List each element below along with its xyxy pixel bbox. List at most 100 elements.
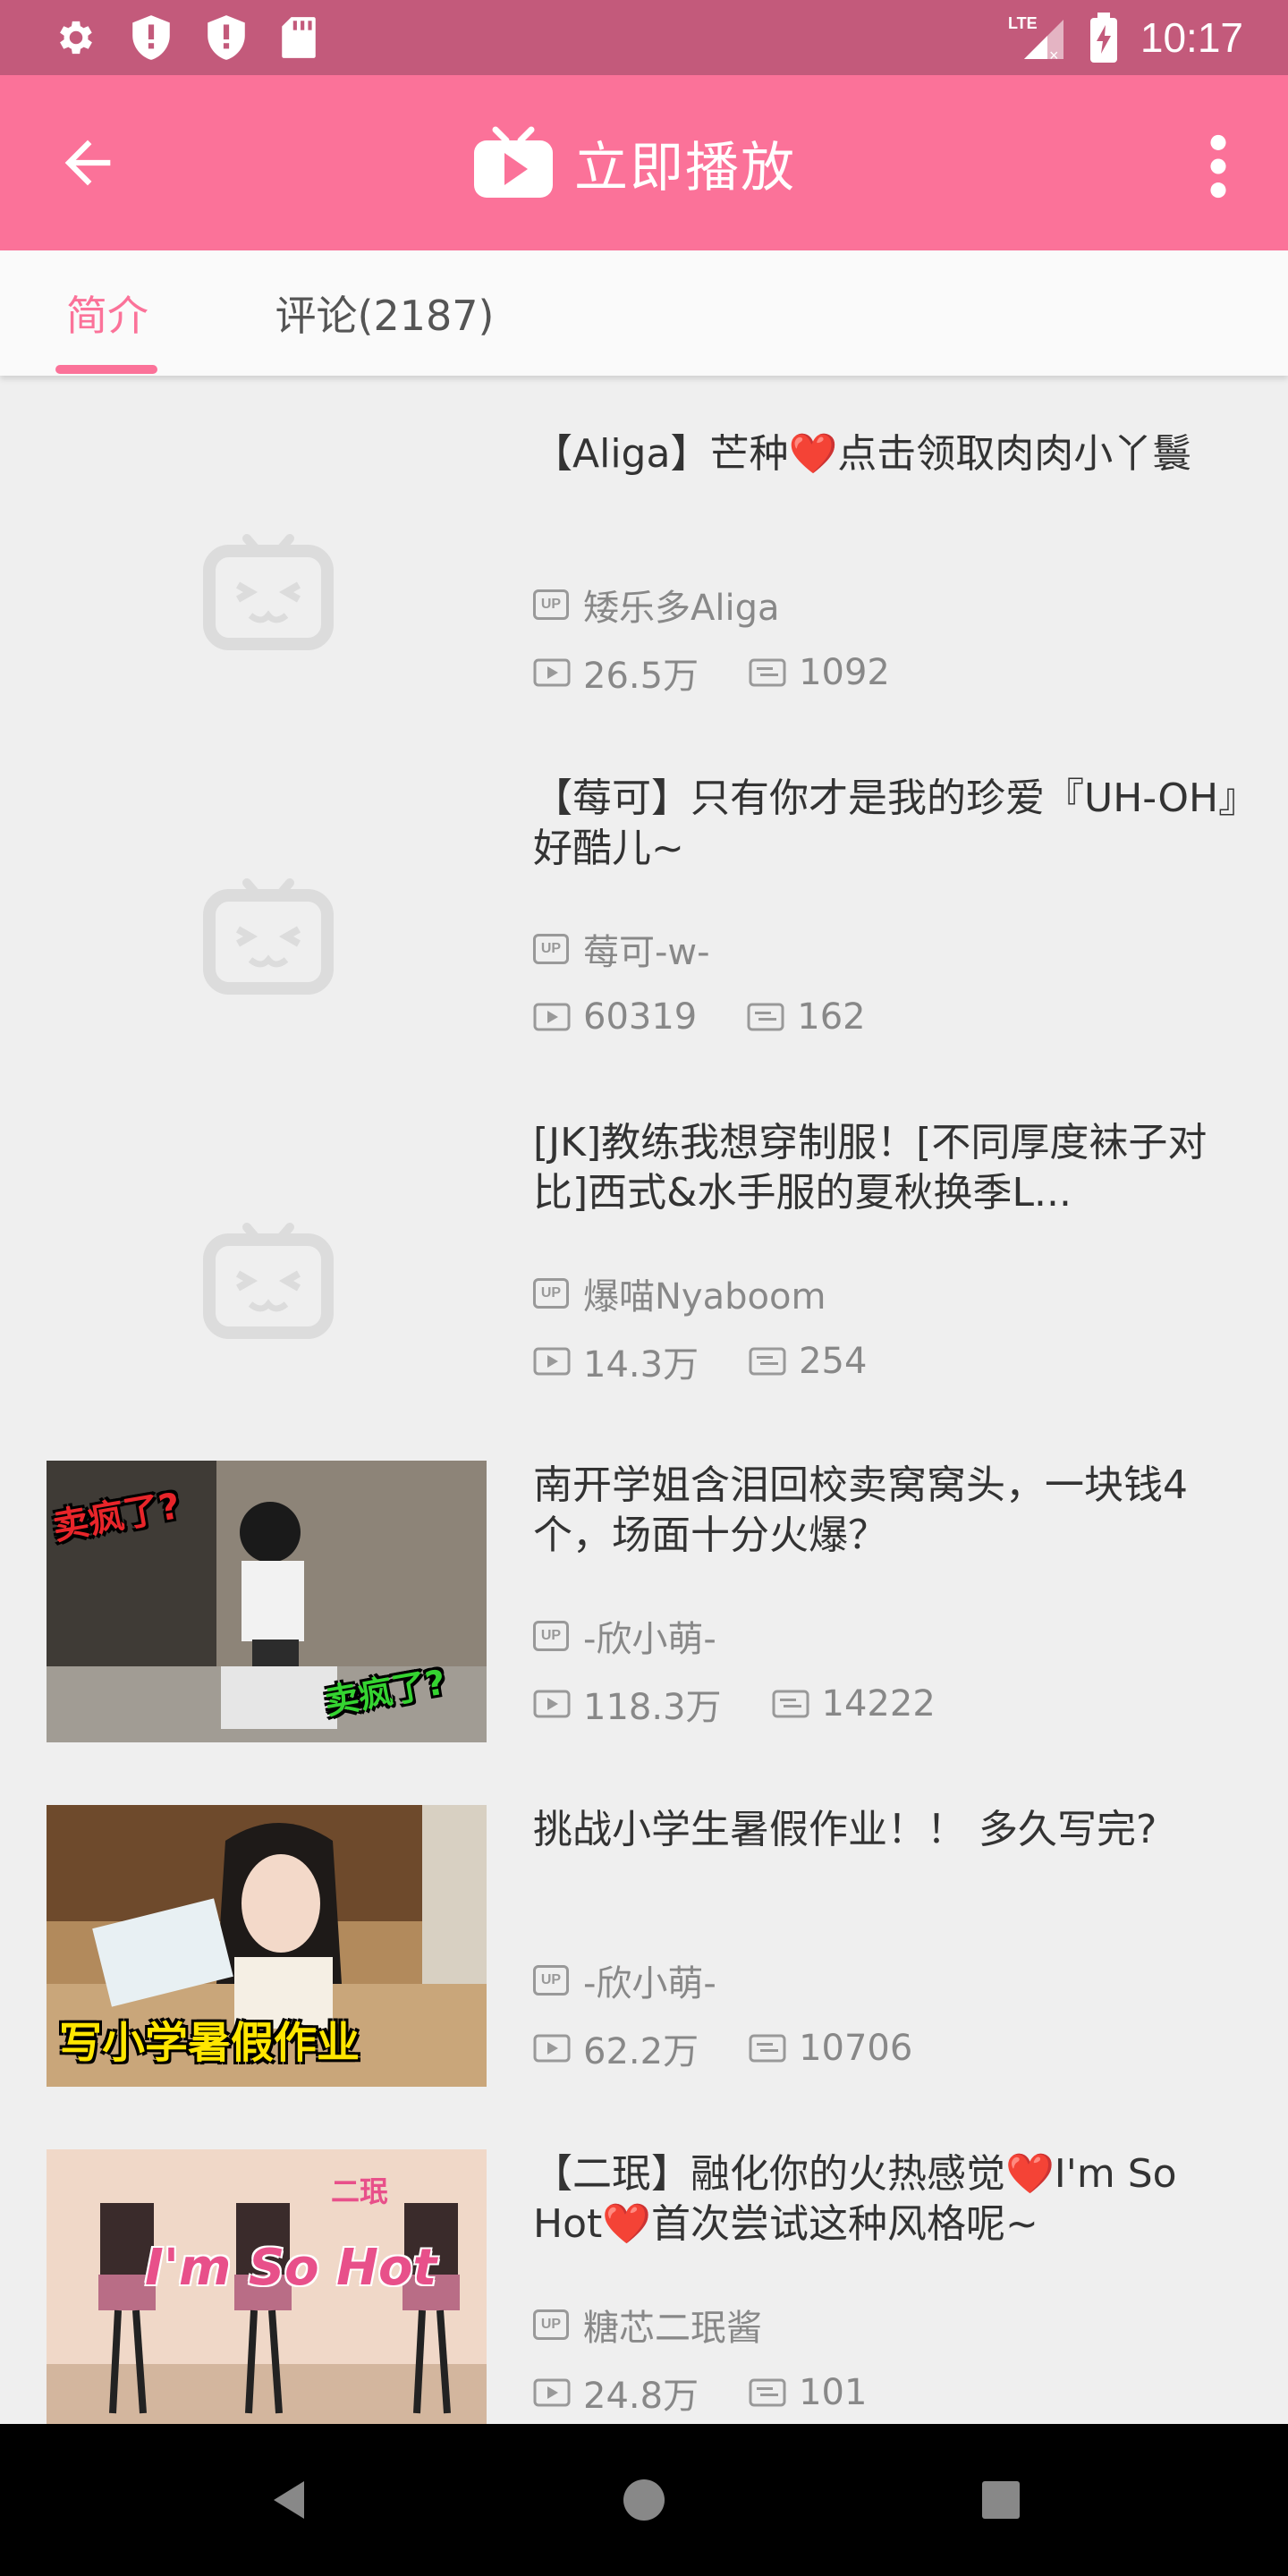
uploader-name[interactable]: 矮乐多Aliga <box>583 579 780 631</box>
video-info: 【莓可】只有你才是我的珍爱『UH-OH』好酷儿~ UP 莓可-w- 60319 … <box>533 774 1249 1118</box>
play-count-icon <box>533 1347 571 1376</box>
up-badge-icon: UP <box>533 2309 569 2340</box>
svg-text:LTE: LTE <box>1008 14 1038 32</box>
uploader-row: UP -欣小萌- <box>533 1611 716 1661</box>
play-count-icon <box>533 658 571 687</box>
video-title[interactable]: 【莓可】只有你才是我的珍爱『UH-OH』好酷儿~ <box>533 774 1249 874</box>
video-item[interactable]: 【莓可】只有你才是我的珍爱『UH-OH』好酷儿~ UP 莓可-w- 60319 … <box>0 774 1288 1118</box>
play-count-icon <box>533 1003 571 1031</box>
video-item[interactable]: I'm So Hot 二珉 【二珉】融化你的火热感觉❤️I'm So Hot❤️… <box>0 2149 1288 2424</box>
up-badge-icon: UP <box>533 589 569 620</box>
svg-text:×: × <box>1049 47 1059 63</box>
video-info: 南开学姐含泪回校卖窝窝头，一块钱4个，场面十分火爆？ UP -欣小萌- 118.… <box>533 1461 1249 1805</box>
tab-intro[interactable]: 简介 <box>36 250 179 376</box>
danmaku-count: 14222 <box>772 1683 936 1724</box>
play-count: 26.5万 <box>533 647 699 699</box>
page-title: 立即播放 <box>574 136 796 199</box>
stats-row: 24.8万 101 <box>533 2368 917 2418</box>
video-title[interactable]: 南开学姐含泪回校卖窝窝头，一块钱4个，场面十分火爆？ <box>533 1461 1249 1561</box>
tv-placeholder-icon <box>203 534 334 650</box>
play-count-icon <box>533 2034 571 2063</box>
uploader-row: UP 爆喵Nyaboom <box>533 1268 826 1318</box>
play-count: 14.3万 <box>533 1335 699 1387</box>
arrow-back-icon[interactable] <box>54 129 122 197</box>
system-status: LTE × 10:17 <box>1008 13 1243 63</box>
danmaku-icon <box>747 1003 784 1031</box>
app-bar: 立即播放 <box>0 75 1288 250</box>
danmaku-count: 162 <box>747 996 866 1038</box>
video-title[interactable]: 【Aliga】芒种❤️点击领取肉肉小丫鬟 <box>533 429 1249 530</box>
more-vert-icon[interactable] <box>1199 132 1238 200</box>
recents-square-icon[interactable] <box>970 2469 1032 2531</box>
danmaku-icon <box>749 1347 786 1376</box>
play-count-value: 62.2万 <box>583 2031 699 2072</box>
shield-alert-icon <box>208 15 245 60</box>
up-badge-icon: UP <box>533 1278 569 1309</box>
video-title[interactable]: [JK]教练我想穿制服！[不同厚度袜子对比]西式&水手服的夏秋换季L... <box>533 1118 1249 1218</box>
uploader-row: UP 莓可-w- <box>533 924 710 974</box>
danmaku-count-value: 162 <box>797 996 866 1038</box>
video-item[interactable]: [JK]教练我想穿制服！[不同厚度袜子对比]西式&水手服的夏秋换季L... UP… <box>0 1118 1288 1462</box>
thumbnail-caption: 二珉 <box>331 2174 389 2208</box>
danmaku-count-value: 14222 <box>821 1683 936 1724</box>
video-thumbnail-placeholder[interactable] <box>47 429 487 711</box>
tab-active-indicator <box>55 365 157 374</box>
video-thumbnail[interactable]: 写小学暑假作业 <box>47 1805 487 2087</box>
danmaku-count: 10706 <box>749 2028 912 2069</box>
video-item[interactable]: 写小学暑假作业 挑战小学生暑假作业！！ 多久写完? UP -欣小萌- 62.2万… <box>0 1805 1288 2149</box>
shield-alert-icon <box>132 15 170 60</box>
sd-card-icon <box>282 17 316 58</box>
uploader-row: UP -欣小萌- <box>533 1955 716 2005</box>
video-item[interactable]: 卖疯了? 卖疯了? 南开学姐含泪回校卖窝窝头，一块钱4个，场面十分火爆？ UP … <box>0 1461 1288 1805</box>
home-circle-icon[interactable] <box>613 2469 675 2531</box>
danmaku-count: 254 <box>749 1341 867 1382</box>
lte-signal-icon: LTE × <box>1008 14 1063 63</box>
video-title[interactable]: 挑战小学生暑假作业！！ 多久写完? <box>533 1805 1249 1905</box>
play-count-icon <box>533 1690 571 1718</box>
play-count: 60319 <box>533 996 697 1038</box>
danmaku-count-value: 101 <box>799 2372 868 2413</box>
video-info: 挑战小学生暑假作业！！ 多久写完? UP -欣小萌- 62.2万 10706 <box>533 1805 1249 2149</box>
up-badge-icon: UP <box>533 934 569 964</box>
video-thumbnail[interactable]: I'm So Hot 二珉 <box>47 2149 487 2424</box>
play-count: 118.3万 <box>533 1678 722 1730</box>
uploader-name[interactable]: -欣小萌- <box>583 1954 716 2006</box>
video-info: 【Aliga】芒种❤️点击领取肉肉小丫鬟 UP 矮乐多Aliga 26.5万 1… <box>533 429 1249 774</box>
uploader-name[interactable]: 爆喵Nyaboom <box>583 1267 826 1319</box>
stats-row: 14.3万 254 <box>533 1336 917 1386</box>
uploader-name[interactable]: 糖芯二珉酱 <box>583 2299 762 2351</box>
video-item[interactable]: 【Aliga】芒种❤️点击领取肉肉小丫鬟 UP 矮乐多Aliga 26.5万 1… <box>0 429 1288 774</box>
back-triangle-icon[interactable] <box>259 2469 322 2531</box>
video-thumbnail[interactable]: 卖疯了? 卖疯了? <box>47 1461 487 1742</box>
notification-icons <box>54 13 318 62</box>
video-thumbnail-placeholder[interactable] <box>47 1118 487 1400</box>
related-video-list: 【Aliga】芒种❤️点击领取肉肉小丫鬟 UP 矮乐多Aliga 26.5万 1… <box>0 376 1288 2424</box>
uploader-row: UP 糖芯二珉酱 <box>533 2300 762 2350</box>
stats-row: 26.5万 1092 <box>533 648 940 698</box>
danmaku-count-value: 10706 <box>799 2028 913 2069</box>
uploader-row: UP 矮乐多Aliga <box>533 580 780 630</box>
video-info: 【二珉】融化你的火热感觉❤️I'm So Hot❤️首次尝试这种风格呢~ UP … <box>533 2149 1249 2424</box>
danmaku-count-value: 254 <box>799 1341 868 1382</box>
uploader-name[interactable]: -欣小萌- <box>583 1610 716 1662</box>
play-count-value: 24.8万 <box>583 2376 699 2417</box>
play-count-value: 14.3万 <box>583 1344 699 1385</box>
video-info: [JK]教练我想穿制服！[不同厚度袜子对比]西式&水手服的夏秋换季L... UP… <box>533 1118 1249 1462</box>
danmaku-count: 101 <box>749 2372 867 2413</box>
video-thumbnail-placeholder[interactable] <box>47 774 487 1055</box>
video-title[interactable]: 【二珉】融化你的火热感觉❤️I'm So Hot❤️首次尝试这种风格呢~ <box>533 2149 1249 2250</box>
danmaku-icon <box>749 2034 786 2063</box>
thumbnail-caption: I'm So Hot <box>145 2239 437 2297</box>
danmaku-icon <box>749 658 786 687</box>
battery-charging-icon <box>1089 13 1117 63</box>
play-count-value: 118.3万 <box>583 1687 722 1728</box>
play-count-value: 60319 <box>583 996 698 1038</box>
stats-row: 118.3万 14222 <box>533 1679 986 1729</box>
stats-row: 60319 162 <box>533 992 916 1042</box>
play-count: 62.2万 <box>533 2022 699 2074</box>
uploader-name[interactable]: 莓可-w- <box>583 923 710 975</box>
tab-bar: 简介 评论(2187) <box>0 250 1288 376</box>
tab-comments[interactable]: 评论(2187) <box>259 250 510 376</box>
danmaku-icon <box>749 2378 786 2407</box>
play-count-icon <box>533 2378 571 2407</box>
